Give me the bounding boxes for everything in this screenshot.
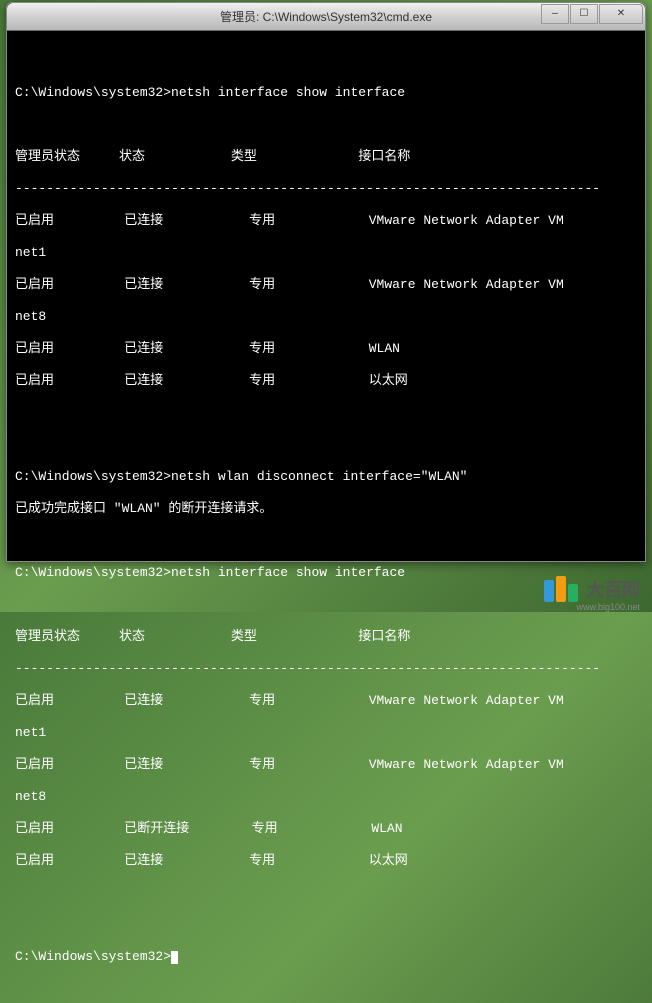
table-row-sub: net8 (15, 309, 637, 325)
table-row: 已启用 已连接 专用 VMware Network Adapter VM (15, 693, 637, 709)
minimize-button[interactable]: — (541, 4, 569, 24)
window-controls: — ☐ ✕ (541, 4, 643, 24)
cmd-window: 管理员: C:\Windows\System32\cmd.exe — ☐ ✕ C… (6, 2, 646, 562)
watermark: 大百网 (544, 576, 640, 602)
table-row-sub: net1 (15, 725, 637, 741)
line-blank (15, 437, 637, 453)
table-row: 已启用 已连接 专用 以太网 (15, 853, 637, 869)
line-blank (15, 117, 637, 133)
table-header: 管理员状态 状态 类型 接口名称 (15, 629, 637, 645)
line-blank (15, 533, 637, 549)
output-msg: 已成功完成接口 "WLAN" 的断开连接请求。 (15, 501, 637, 517)
close-button[interactable]: ✕ (599, 4, 643, 24)
divider: ----------------------------------------… (15, 661, 637, 677)
table-header: 管理员状态 状态 类型 接口名称 (15, 149, 637, 165)
line-blank (15, 53, 637, 69)
terminal-output[interactable]: C:\Windows\system32>netsh interface show… (7, 31, 645, 1003)
table-row: 已启用 已连接 专用 VMware Network Adapter VM (15, 213, 637, 229)
cursor-icon (171, 951, 178, 964)
maximize-button[interactable]: ☐ (570, 4, 598, 24)
watermark-logo-icon (544, 576, 578, 602)
line-blank (15, 885, 637, 901)
table-row: 已启用 已连接 专用 VMware Network Adapter VM (15, 277, 637, 293)
cmd-line-2: C:\Windows\system32>netsh wlan disconnec… (15, 469, 637, 485)
titlebar[interactable]: 管理员: C:\Windows\System32\cmd.exe — ☐ ✕ (7, 3, 645, 31)
table-row-sub: net8 (15, 789, 637, 805)
table-row: 已启用 已断开连接 专用 WLAN (15, 821, 637, 837)
watermark-text: 大百网 (586, 576, 640, 602)
cmd-line-1: C:\Windows\system32>netsh interface show… (15, 85, 637, 101)
table-row: 已启用 已连接 专用 以太网 (15, 373, 637, 389)
cmd-prompt-current: C:\Windows\system32> (15, 949, 637, 965)
table-row: 已启用 已连接 专用 VMware Network Adapter VM (15, 757, 637, 773)
window-title: 管理员: C:\Windows\System32\cmd.exe (220, 8, 432, 25)
line-blank (15, 405, 637, 421)
table-row-sub: net1 (15, 245, 637, 261)
divider: ----------------------------------------… (15, 181, 637, 197)
table-row: 已启用 已连接 专用 WLAN (15, 341, 637, 357)
line-blank (15, 917, 637, 933)
watermark-url: www.big100.net (576, 602, 640, 612)
